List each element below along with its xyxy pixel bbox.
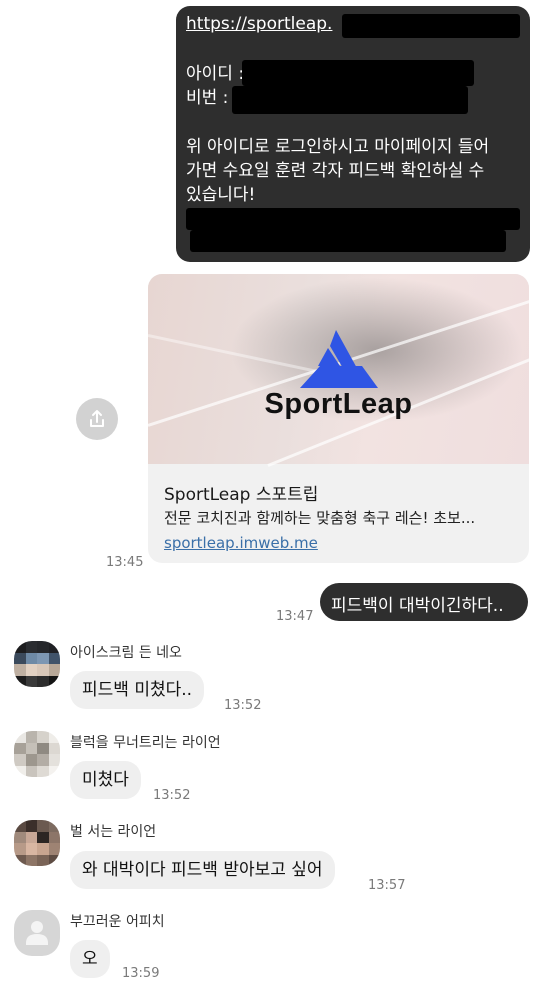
avatar[interactable] xyxy=(14,731,60,777)
password-label: 비번 : xyxy=(186,88,229,108)
avatar[interactable] xyxy=(14,641,60,687)
redacted-url-part xyxy=(342,14,520,38)
avatar[interactable] xyxy=(14,910,60,956)
message-time: 13:57 xyxy=(368,878,406,893)
message-time: 13:45 xyxy=(106,555,144,570)
received-message-bubble[interactable]: 피드백 미쳤다.. xyxy=(70,671,205,709)
redacted-line-1 xyxy=(186,208,520,230)
id-label: 아이디 : xyxy=(186,64,245,84)
message-body-line-3: 있습니다! xyxy=(186,185,256,205)
message-time: 13:47 xyxy=(276,609,314,624)
redacted-id xyxy=(242,60,474,86)
sender-name: 부끄러운 어피치 xyxy=(70,914,165,930)
sent-reply-bubble[interactable]: 피드백이 대박이긴하다.. xyxy=(320,583,528,621)
message-time: 13:52 xyxy=(153,788,191,803)
share-icon xyxy=(90,410,104,427)
received-message-bubble[interactable]: 미쳤다 xyxy=(70,761,141,799)
sportleap-logo-icon xyxy=(300,330,378,388)
link-preview-image: SportLeap xyxy=(148,274,529,467)
link-card-description: 전문 코치진과 함께하는 맞춤형 축구 레슨! 초보... xyxy=(164,509,476,527)
sent-reply-text: 피드백이 대박이긴하다.. xyxy=(331,596,504,616)
message-time: 13:52 xyxy=(224,698,262,713)
sender-name: 아이스크림 든 네오 xyxy=(70,645,182,661)
message-body-line-2: 가면 수요일 훈련 각자 피드백 확인하실 수 xyxy=(186,161,485,181)
person-silhouette-icon xyxy=(26,921,48,945)
link-preview-card[interactable]: SportLeap SportLeap 스포트립 전문 코치진과 함께하는 맞춤… xyxy=(148,274,529,563)
message-time: 13:59 xyxy=(122,966,160,981)
redacted-line-2 xyxy=(190,230,506,252)
avatar[interactable] xyxy=(14,820,60,866)
received-message-bubble[interactable]: 오 xyxy=(70,940,110,978)
received-message-bubble[interactable]: 와 대박이다 피드백 받아보고 싶어 xyxy=(70,851,335,889)
redacted-password xyxy=(232,86,468,114)
share-button[interactable] xyxy=(76,398,118,440)
link-card-url[interactable]: sportleap.imweb.me xyxy=(164,534,318,552)
link-card-title: SportLeap 스포트립 xyxy=(164,485,319,505)
sportleap-logo-text: SportLeap xyxy=(264,388,413,420)
sent-credentials-bubble[interactable]: https://sportleap. 아이디 : 비번 : 위 아이디로 로그인… xyxy=(176,6,530,262)
sportleap-url-link[interactable]: https://sportleap. xyxy=(186,12,332,36)
sender-name: 블럭을 무너트리는 라이언 xyxy=(70,735,221,751)
message-body-line-1: 위 아이디로 로그인하시고 마이페이지 들어 xyxy=(186,137,490,157)
sender-name: 벌 서는 라이언 xyxy=(70,824,157,840)
